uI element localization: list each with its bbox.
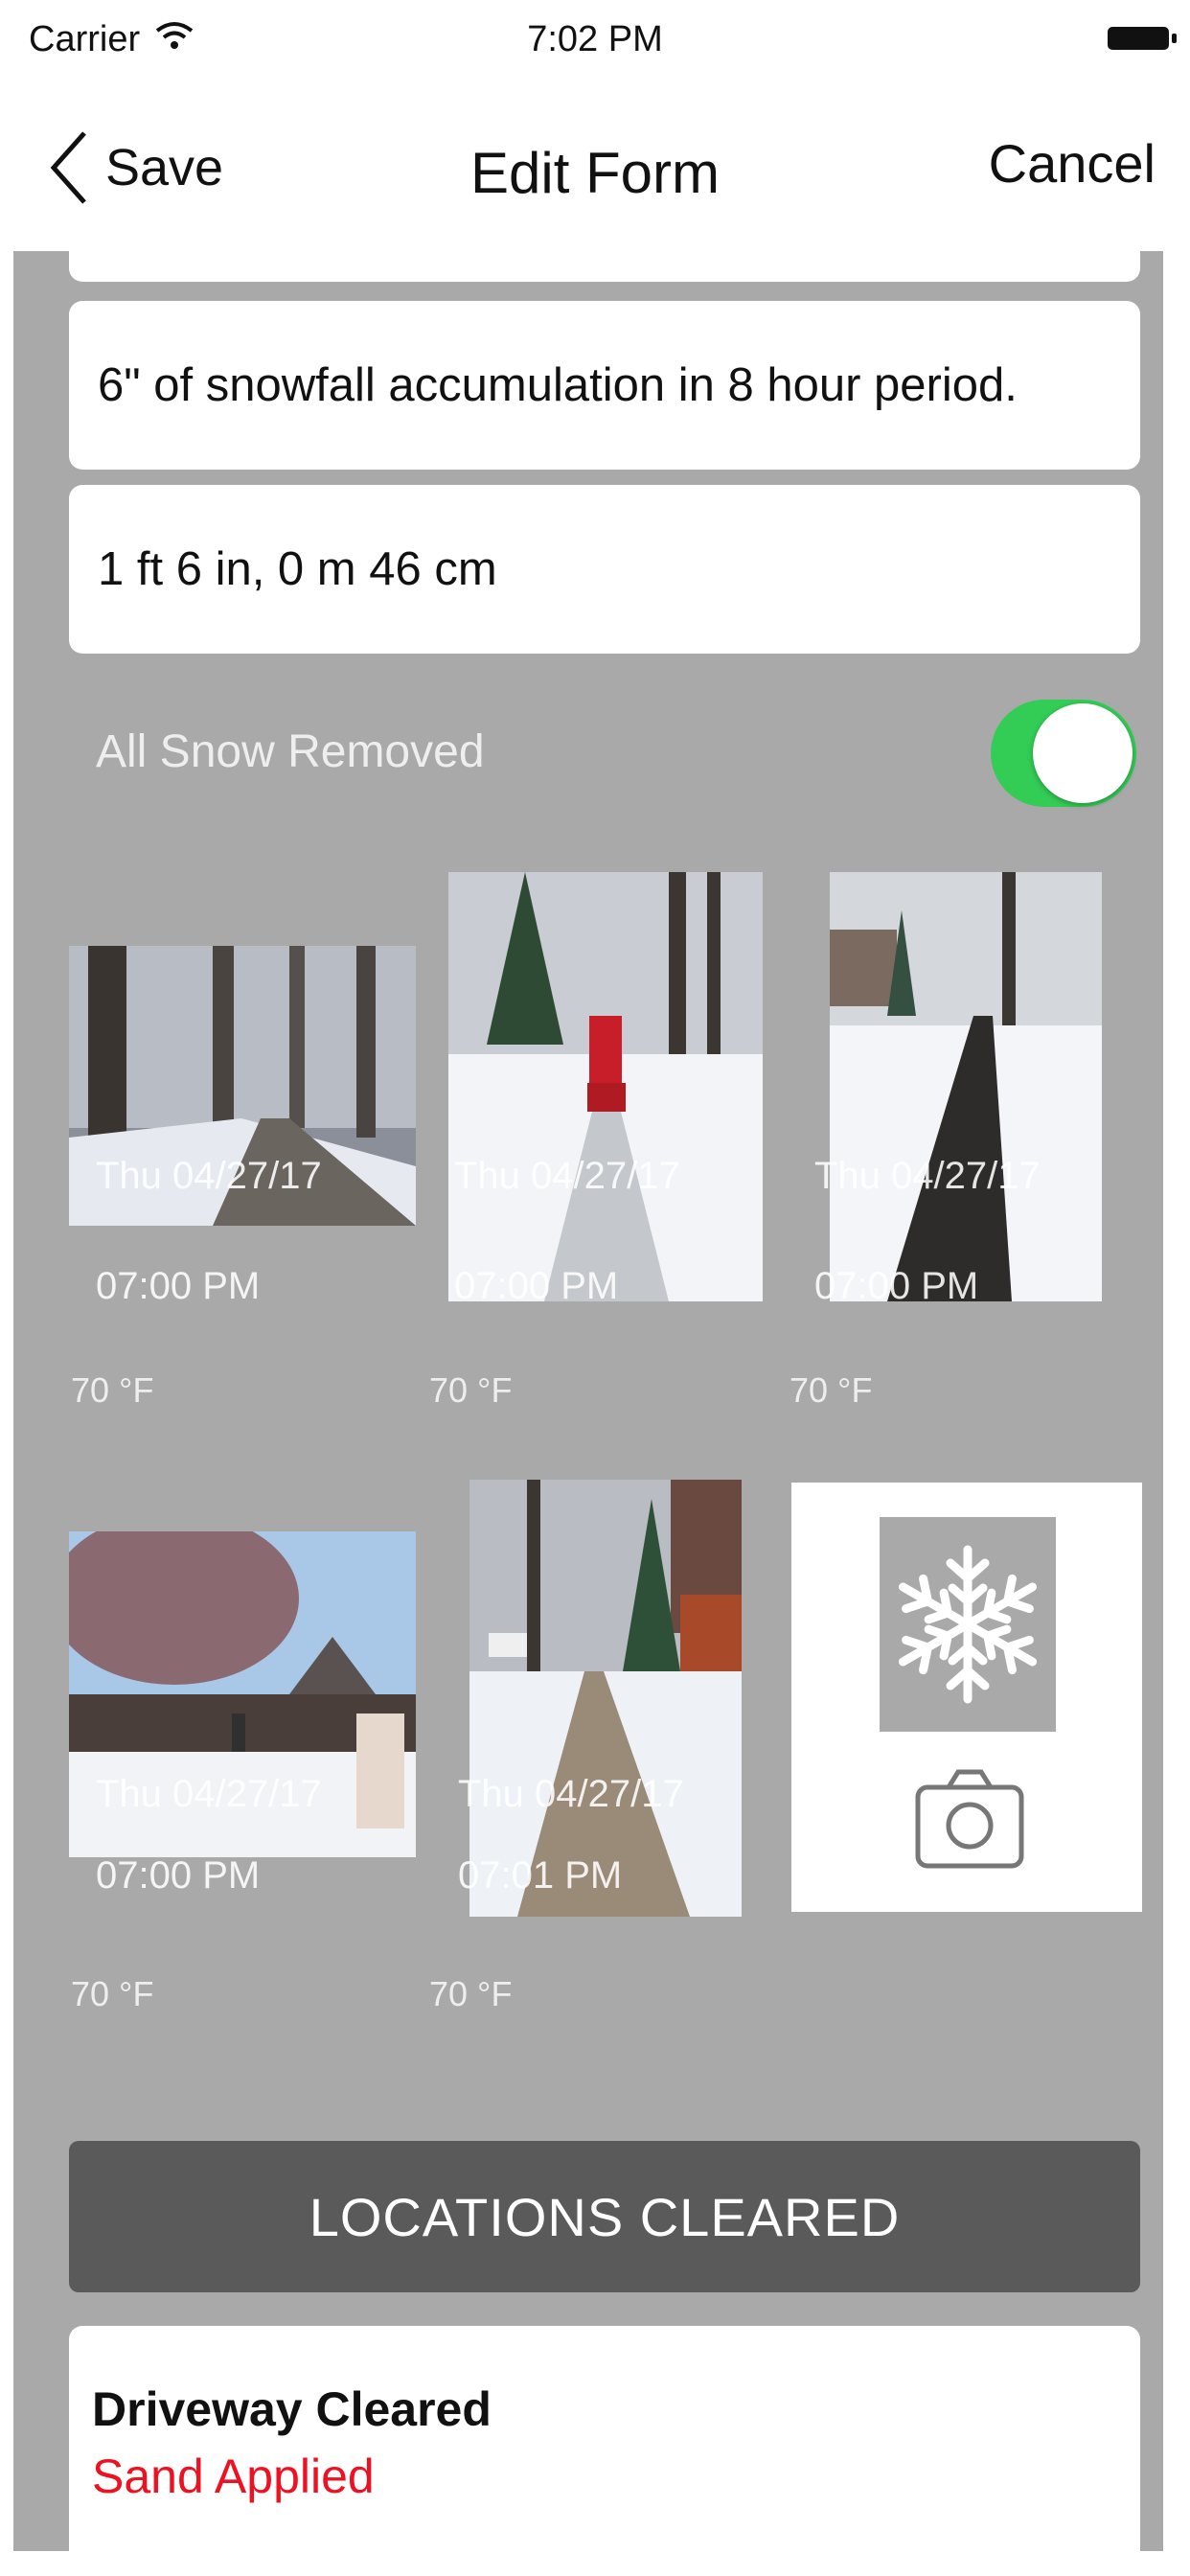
photo-thumbnail-3[interactable] [830, 872, 1102, 1301]
all-snow-removed-toggle[interactable] [991, 700, 1136, 807]
photo-temperature: 70 °F [429, 1370, 513, 1410]
photo-image [830, 872, 1102, 1301]
snow-depth-text: 1 ft 6 in, 0 m 46 cm [98, 543, 497, 595]
form-content[interactable]: 6" of snowfall accumulation in 8 hour pe… [13, 251, 1163, 2551]
locations-cleared-header: LOCATIONS CLEARED [69, 2141, 1140, 2292]
location-title: Driveway Cleared [92, 2382, 492, 2436]
photo-date-stamp: Thu 04/27/17 [96, 1773, 322, 1815]
photo-thumbnail-5[interactable] [469, 1480, 742, 1917]
photo-time-stamp: 07:01 PM [458, 1854, 623, 1897]
photo-temperature: 70 °F [429, 1974, 513, 2013]
location-item[interactable]: Driveway Cleared Sand Applied [69, 2326, 1140, 2551]
photo-time-stamp: 07:00 PM [96, 1854, 261, 1897]
photo-date-stamp: Thu 04/27/17 [814, 1155, 1041, 1197]
toggle-knob [1033, 703, 1133, 803]
photo-date-stamp: Thu 04/27/17 [96, 1155, 322, 1197]
cancel-button[interactable]: Cancel [989, 132, 1156, 195]
previous-field-card[interactable] [69, 251, 1140, 282]
navigation-bar: Save Edit Form Cancel [0, 86, 1190, 251]
add-photo-tile[interactable] [791, 1483, 1142, 1912]
photo-thumbnail-2[interactable] [448, 872, 763, 1301]
photo-image [448, 872, 763, 1301]
battery-icon [1108, 27, 1177, 50]
camera-icon [915, 1769, 1024, 1869]
snow-depth-field[interactable]: 1 ft 6 in, 0 m 46 cm [69, 485, 1140, 654]
photo-temperature: 70 °F [71, 1370, 154, 1410]
photo-temperature: 70 °F [790, 1370, 873, 1410]
clock: 7:02 PM [527, 19, 663, 59]
snowfall-description-text: 6" of snowfall accumulation in 8 hour pe… [98, 359, 1018, 411]
status-bar: Carrier 7:02 PM [0, 0, 1190, 86]
snowflake-badge [880, 1517, 1056, 1732]
photo-date-stamp: Thu 04/27/17 [458, 1773, 684, 1815]
photo-date-stamp: Thu 04/27/17 [454, 1155, 680, 1197]
photo-time-stamp: 07:00 PM [454, 1265, 619, 1307]
photo-time-stamp: 07:00 PM [814, 1265, 979, 1307]
photo-temperature: 70 °F [71, 1974, 154, 2013]
photo-time-stamp: 07:00 PM [96, 1265, 261, 1307]
snowfall-description-field[interactable]: 6" of snowfall accumulation in 8 hour pe… [69, 301, 1140, 470]
snowflake-icon [880, 1545, 1056, 1732]
location-subtitle: Sand Applied [92, 2450, 375, 2503]
all-snow-removed-label: All Snow Removed [96, 726, 485, 777]
photo-image [469, 1480, 742, 1917]
